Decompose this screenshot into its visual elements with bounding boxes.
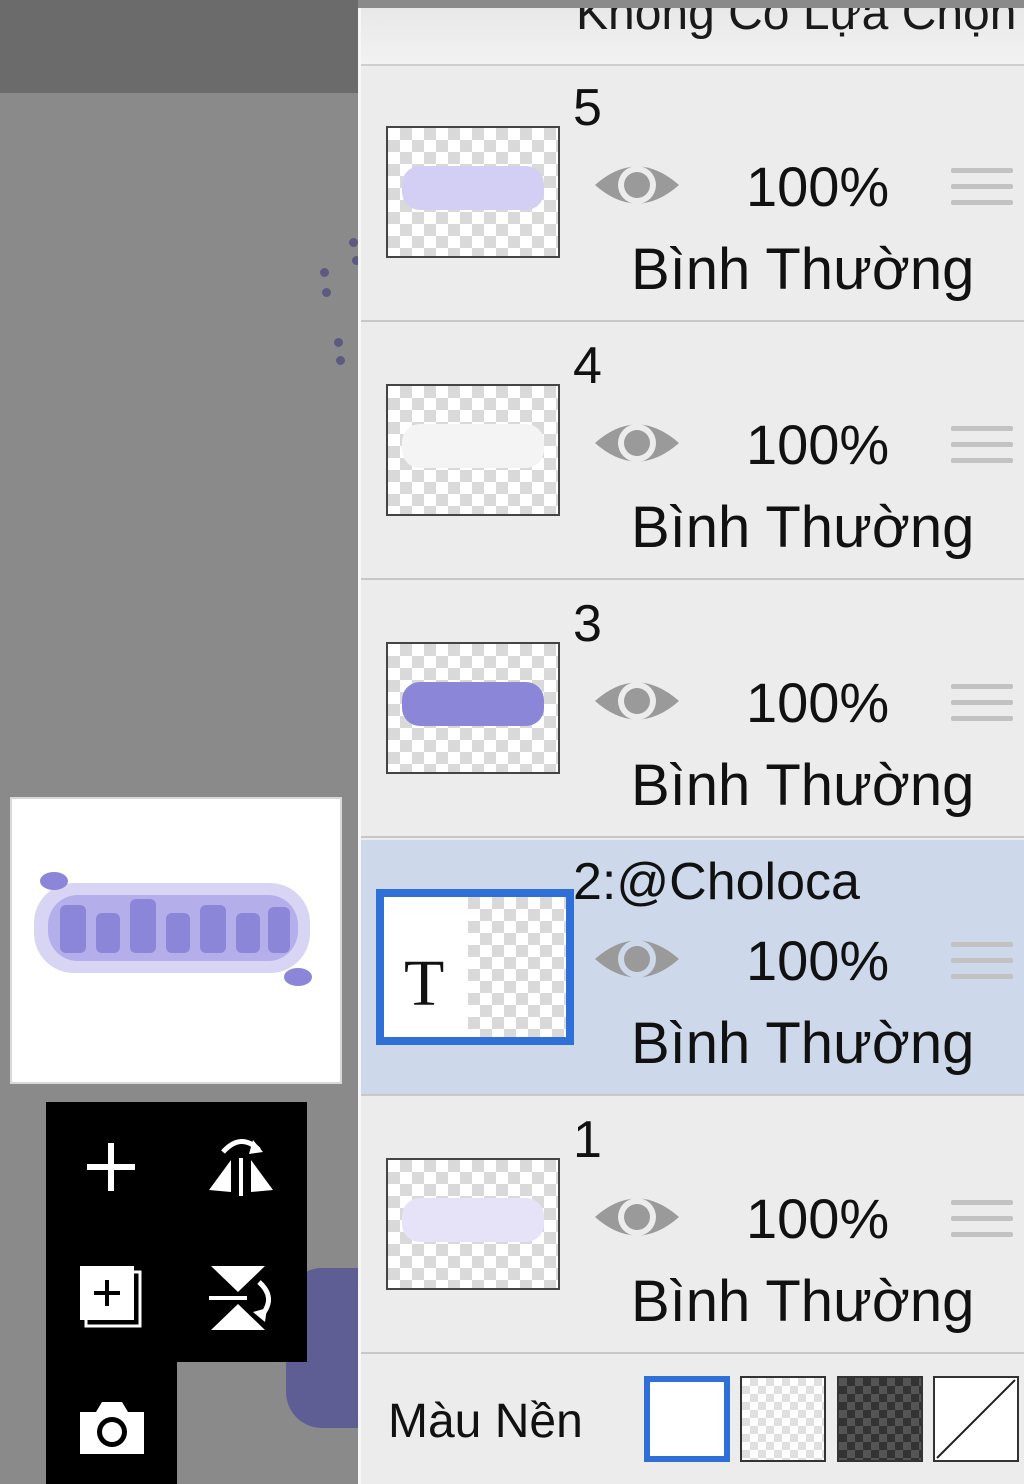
camera-icon[interactable] — [74, 1394, 150, 1460]
eye-icon[interactable] — [591, 1186, 683, 1248]
layer-thumbnail[interactable] — [386, 384, 560, 516]
background-color-label: Màu Nền — [388, 1395, 583, 1448]
layer-name: 1 — [573, 1111, 602, 1169]
preview-artwork — [34, 872, 312, 986]
selection-status-text: Không Có Lựa Chọn — [576, 8, 1017, 40]
background-color-row: Màu Nền — [361, 1356, 1024, 1484]
swatch-transparent-light[interactable] — [740, 1376, 826, 1462]
layer-row-1[interactable]: 1 100% Bình Thường — [361, 1098, 1024, 1354]
layer-opacity[interactable]: 100% — [746, 1186, 889, 1251]
canvas-top-bar — [0, 0, 358, 93]
flip-vertical-icon[interactable] — [201, 1258, 281, 1338]
eye-icon[interactable] — [591, 154, 683, 216]
thumbnail-art — [402, 682, 544, 726]
blend-mode[interactable]: Bình Thường — [631, 1010, 974, 1077]
plus-icon[interactable] — [76, 1132, 146, 1202]
layer-thumbnail[interactable] — [386, 1158, 560, 1290]
add-layer-icon[interactable] — [74, 1260, 150, 1336]
drag-handle-icon[interactable] — [951, 426, 1013, 470]
layer-thumbnail[interactable]: T — [376, 889, 574, 1045]
layer-row-5[interactable]: 5 100% Bình Thường — [361, 66, 1024, 322]
eye-icon[interactable] — [591, 928, 683, 990]
drag-handle-icon[interactable] — [951, 942, 1013, 986]
canvas-preview[interactable] — [10, 797, 342, 1084]
thumbnail-art — [402, 166, 544, 210]
layer-thumbnail[interactable] — [386, 126, 560, 258]
layer-opacity[interactable]: 100% — [746, 670, 889, 735]
layer-opacity[interactable]: 100% — [746, 928, 889, 993]
layer-opacity[interactable]: 100% — [746, 412, 889, 477]
swatch-white[interactable] — [644, 1376, 730, 1462]
drag-handle-icon[interactable] — [951, 1200, 1013, 1244]
layers-panel: Không Có Lựa Chọn 5 100% Bình Thường 4 1… — [358, 8, 1024, 1484]
blend-mode[interactable]: Bình Thường — [631, 236, 974, 303]
swatch-transparent-dark[interactable] — [837, 1376, 923, 1462]
layer-opacity[interactable]: 100% — [746, 154, 889, 219]
flip-horizontal-icon[interactable] — [201, 1128, 281, 1202]
layer-name: 4 — [573, 337, 602, 395]
layer-name: 3 — [573, 595, 602, 653]
thumbnail-art — [402, 424, 544, 468]
eye-icon[interactable] — [591, 412, 683, 474]
drag-handle-icon[interactable] — [951, 168, 1013, 212]
layer-toolbar — [46, 1102, 307, 1362]
blend-mode[interactable]: Bình Thường — [631, 752, 974, 819]
blend-mode[interactable]: Bình Thường — [631, 494, 974, 561]
thumbnail-art — [402, 1198, 544, 1242]
swatch-none[interactable] — [933, 1376, 1019, 1462]
layer-name: 2:@Choloca — [573, 853, 860, 911]
layer-toolbar-bottom — [46, 1362, 177, 1484]
eye-icon[interactable] — [591, 670, 683, 732]
text-layer-glyph: T — [404, 947, 445, 1020]
layer-thumbnail[interactable] — [386, 642, 560, 774]
selection-status: Không Có Lựa Chọn — [361, 8, 1024, 66]
layer-row-2[interactable]: T 2:@Choloca 100% Bình Thường — [361, 840, 1024, 1096]
layer-row-3[interactable]: 3 100% Bình Thường — [361, 582, 1024, 838]
layer-row-4[interactable]: 4 100% Bình Thường — [361, 324, 1024, 580]
layer-name: 5 — [573, 79, 602, 137]
drag-handle-icon[interactable] — [951, 684, 1013, 728]
blend-mode[interactable]: Bình Thường — [631, 1268, 974, 1335]
